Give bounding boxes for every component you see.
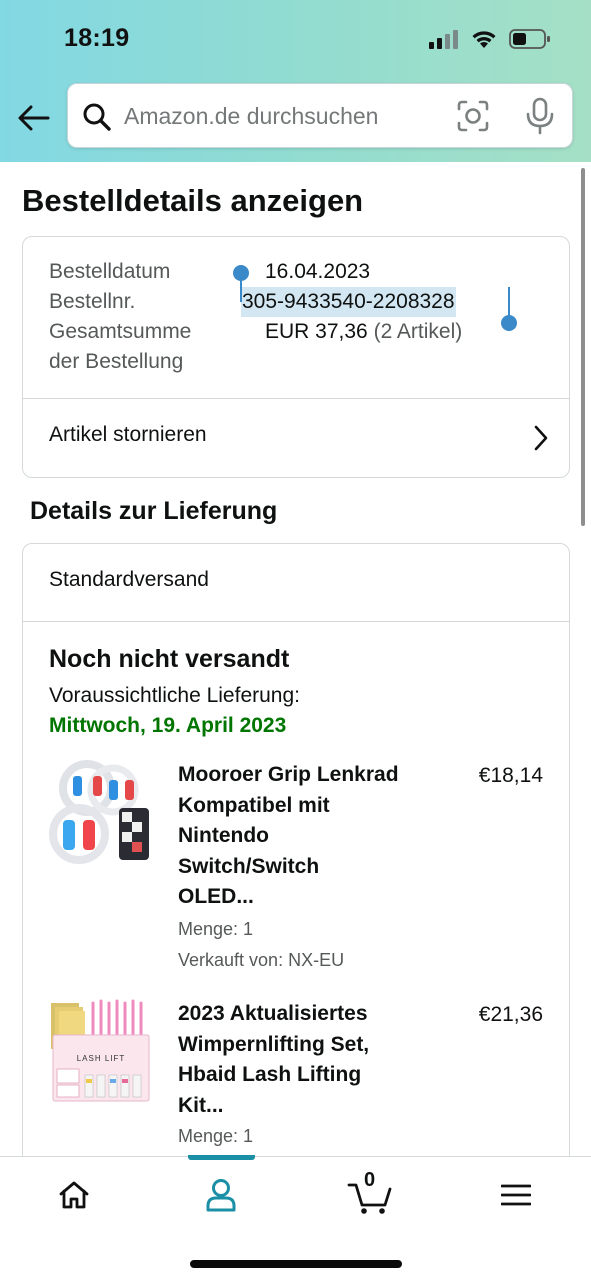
- home-icon: [59, 1181, 89, 1209]
- selection-handle-end[interactable]: [501, 287, 517, 331]
- product-title-link[interactable]: 2023 Aktualisiertes Wimpernlifting Set, …: [178, 999, 428, 1121]
- delivery-card: Standardversand Noch nicht versandt Vora…: [22, 543, 570, 1203]
- product-title-line: Kit...: [178, 1093, 224, 1117]
- status-time: 18:19: [64, 24, 130, 52]
- wifi-icon: [472, 31, 496, 48]
- expected-delivery-date: Mittwoch, 19. April 2023: [49, 714, 287, 737]
- product-title-line: Nintendo: [178, 824, 269, 847]
- home-indicator[interactable]: [190, 1260, 402, 1268]
- order-number-value[interactable]: 305-9433540-2208328: [241, 287, 456, 317]
- product-title-line: Switch/Switch: [178, 854, 320, 878]
- active-tab-indicator: [188, 1155, 255, 1160]
- order-total-value: EUR 37,36 (2 Artikel): [265, 317, 462, 347]
- account-icon: [206, 1179, 236, 1212]
- order-total-label: Gesamtsumme: [49, 320, 192, 343]
- cart-count-badge: 0: [364, 1169, 376, 1191]
- product-price: €18,14: [478, 764, 543, 787]
- nav-menu-button[interactable]: [486, 1173, 546, 1217]
- shipping-method: Standardversand: [49, 568, 209, 591]
- product-seller: Verkauft von: NX-EU: [178, 950, 345, 970]
- order-date-label: Bestelldatum: [49, 260, 171, 283]
- shipping-divider: [23, 621, 569, 622]
- delivery-section-title: Details zur Lieferung: [30, 497, 278, 525]
- product-image-switch-wheel[interactable]: [49, 760, 153, 864]
- shipment-status: Noch nicht versandt: [49, 645, 290, 673]
- selection-handle-start[interactable]: [233, 265, 249, 302]
- cellular-signal-icon: [429, 30, 458, 49]
- chevron-right-icon: [534, 425, 548, 451]
- battery-icon: [509, 29, 550, 49]
- cancel-items-label: Artikel stornieren: [49, 423, 207, 446]
- expected-delivery-label: Voraussichtliche Lieferung:: [49, 684, 300, 707]
- camera-search-icon[interactable]: [456, 99, 490, 133]
- product-quantity: Menge: 1: [178, 1126, 254, 1146]
- product-title-line: Mooroer Grip Lenkrad: [178, 763, 399, 786]
- microphone-icon[interactable]: [523, 97, 557, 135]
- page-title: Bestelldetails anzeigen: [22, 183, 364, 218]
- product-title-line: OLED...: [178, 885, 254, 908]
- product-image-lash-lift[interactable]: LASH LIFT: [49, 999, 153, 1103]
- product-title-link[interactable]: Mooroer Grip Lenkrad Kompatibel mit Nint…: [178, 760, 428, 913]
- order-summary-card: Bestelldatum Bestellnr. Gesamtsumme der …: [22, 236, 570, 478]
- search-bar[interactable]: [67, 83, 573, 148]
- order-number-label: Bestellnr.: [49, 290, 136, 313]
- menu-icon: [501, 1184, 531, 1206]
- search-input[interactable]: [124, 96, 444, 136]
- product-price: €21,36: [478, 1003, 543, 1026]
- order-total-amount: EUR 37,36: [265, 320, 368, 343]
- product-title-line: 2023 Aktualisiertes: [178, 1002, 368, 1025]
- lash-lift-text: LASH LIFT: [77, 1054, 126, 1063]
- order-total-label-line2: der Bestellung: [49, 350, 184, 373]
- back-button[interactable]: [14, 98, 54, 138]
- search-icon: [83, 103, 111, 131]
- status-icons: [429, 26, 551, 52]
- nav-home-button[interactable]: [44, 1173, 104, 1217]
- app-header: 18:19: [0, 0, 591, 162]
- product-title-line: Hbaid Lash Lifting: [178, 1063, 362, 1086]
- order-item-count: (2 Artikel): [373, 320, 463, 343]
- product-quantity: Menge: 1: [178, 919, 254, 939]
- order-date-value: 16.04.2023: [265, 260, 371, 283]
- scrollbar[interactable]: [581, 168, 585, 526]
- back-arrow-icon: [18, 105, 50, 131]
- nav-account-button[interactable]: [191, 1173, 251, 1217]
- cancel-items-link[interactable]: Artikel stornieren: [23, 399, 569, 477]
- product-title-line: Wimpernlifting Set,: [178, 1032, 370, 1056]
- product-title-line: Kompatibel mit: [178, 793, 330, 817]
